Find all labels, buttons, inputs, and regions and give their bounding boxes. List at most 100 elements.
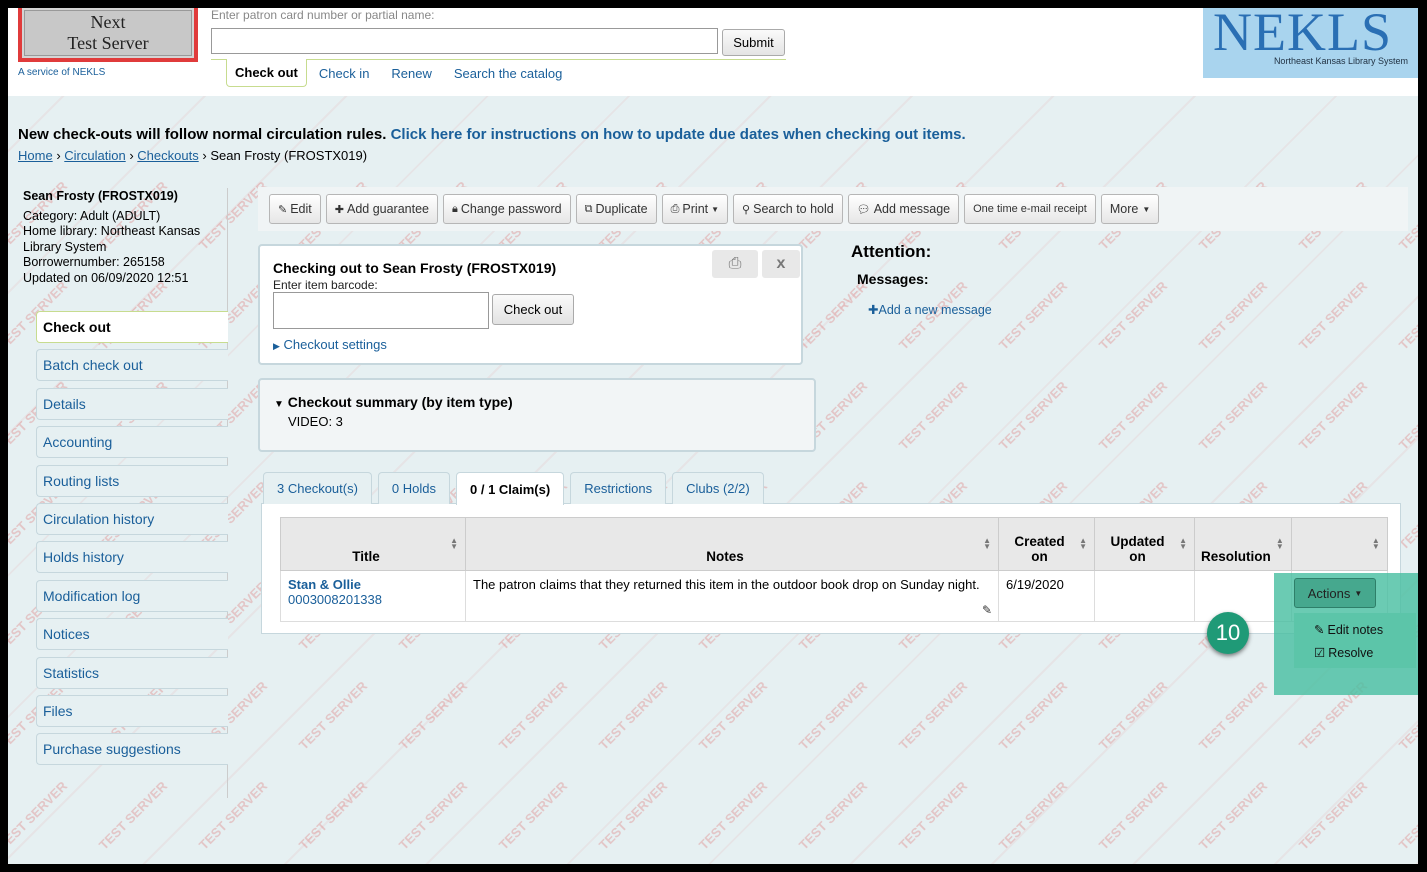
patron-search-label: Enter patron card number or partial name… — [211, 8, 435, 22]
tab-clubs[interactable]: Clubs (2/2) — [672, 472, 764, 504]
submit-button[interactable]: Submit — [722, 29, 785, 56]
logo-line-1: Next — [90, 12, 126, 32]
watermark-text: TEST SERVER — [1295, 278, 1371, 353]
watermark-text: TEST SERVER — [295, 778, 371, 853]
nekls-logo-subtitle: Northeast Kansas Library System — [1273, 56, 1408, 66]
close-checkout-button[interactable]: x — [762, 250, 800, 278]
lock-icon: 🔒︎ — [452, 202, 458, 215]
watermark-text: TEST SERVER — [1095, 678, 1171, 753]
claim-barcode-link[interactable]: 0003008201338 — [288, 592, 382, 607]
sort-icon: ▲ ▼ — [983, 536, 991, 551]
search-icon: ⚲ — [742, 203, 751, 216]
duplicate-label: Duplicate — [595, 202, 648, 216]
column-header-created-on[interactable]: Created on ▲ ▼ — [998, 517, 1095, 571]
sidebar-item-circulation-history[interactable]: Circulation history — [36, 502, 228, 535]
patron-updated: Updated on 06/09/2020 12:51 — [23, 270, 189, 285]
header-tab-renew[interactable]: Renew — [379, 59, 441, 87]
breadcrumb-separator: › — [129, 148, 134, 163]
duplicate-button[interactable]: ⧉ Duplicate — [575, 194, 657, 224]
one-time-email-receipt-button[interactable]: One time e-mail receipt — [964, 194, 1096, 224]
sidebar-item-holds-history[interactable]: Holds history — [36, 541, 228, 574]
actions-dropdown-menu: ✎ Edit notes ☑ Resolve — [1294, 613, 1416, 668]
summary-video-count: VIDEO: 3 — [288, 414, 343, 429]
watermark-text: TEST SERVER — [895, 778, 971, 853]
messages-heading: Messages: — [857, 271, 929, 287]
change-password-button[interactable]: 🔒︎ Change password — [443, 194, 571, 224]
sort-icon: ▲ ▼ — [1079, 536, 1087, 551]
watermark-text: TEST SERVER — [1395, 278, 1418, 353]
sidebar-item-check-out[interactable]: Check out — [36, 311, 228, 343]
print-label: Print — [682, 202, 709, 216]
breadcrumb-home[interactable]: Home — [18, 148, 53, 163]
more-dropdown-button[interactable]: More ▼ — [1100, 194, 1160, 224]
column-header-notes[interactable]: Notes ▲ ▼ — [465, 517, 999, 571]
column-header-updated-on[interactable]: Updated on ▲ ▼ — [1094, 517, 1195, 571]
item-barcode-input[interactable] — [273, 292, 489, 329]
claim-notes-cell: The patron claims that they returned thi… — [465, 570, 999, 622]
patron-search-input[interactable] — [211, 28, 718, 54]
check-square-icon: ☑ — [1314, 646, 1326, 660]
checkout-settings-toggle[interactable]: ▶ Checkout settings — [273, 337, 387, 352]
header-tab-search-catalog[interactable]: Search the catalog — [442, 59, 572, 87]
breadcrumb-checkouts[interactable]: Checkouts — [137, 148, 198, 163]
column-header-title[interactable]: Title ▲ ▼ — [280, 517, 466, 571]
circulation-notice: New check-outs will follow normal circul… — [18, 126, 966, 143]
watermark-text: TEST SERVER — [495, 778, 571, 853]
add-message-button[interactable]: 💬︎ Add message — [847, 194, 960, 224]
add-guarantee-button[interactable]: ✚ Add guarantee — [325, 194, 438, 224]
sidebar-item-statistics[interactable]: Statistics — [36, 656, 228, 689]
column-header-resolution[interactable]: Resolution ▲ ▼ — [1194, 517, 1292, 571]
checkout-summary-toggle[interactable]: ▼ Checkout summary (by item type) — [274, 394, 513, 410]
edit-notes-icon[interactable]: ✎ — [982, 603, 992, 617]
sidebar-item-modification-log[interactable]: Modification log — [36, 579, 228, 612]
created-header-label-2: on — [1031, 549, 1048, 564]
sidebar-item-batch-check-out[interactable]: Batch check out — [36, 349, 228, 382]
tab-restrictions[interactable]: Restrictions — [570, 472, 667, 504]
header-tab-check-in[interactable]: Check in — [307, 59, 380, 87]
table-header-row: Title ▲ ▼ Notes ▲ ▼ Created on ▲ ▼ Updated on ▲ ▼ … — [280, 517, 1388, 571]
watermark-text: TEST SERVER — [1295, 378, 1371, 453]
watermark-text: TEST SERVER — [1395, 378, 1418, 453]
printer-icon: ⎙ — [728, 255, 742, 272]
tab-holds[interactable]: 0 Holds — [377, 472, 450, 504]
watermark-text: TEST SERVER — [1095, 378, 1171, 453]
updated-header-label: Updated — [1110, 534, 1165, 549]
patron-tabs: 3 Checkout(s) 0 Holds 0 / 1 Claim(s) Res… — [263, 472, 770, 505]
change-password-label: Change password — [460, 202, 562, 216]
sort-icon: ▲ ▼ — [450, 536, 458, 551]
sidebar-item-files[interactable]: Files — [36, 694, 228, 727]
watermark-text: TEST SERVER — [1295, 778, 1371, 853]
patron-name: Sean Frosty (FROSTX019) — [23, 189, 178, 203]
print-dropdown-button[interactable]: ⎙ Print ▼ — [661, 194, 729, 224]
caret-down-icon: ▼ — [1354, 588, 1363, 598]
sidebar-item-details[interactable]: Details — [36, 387, 228, 420]
check-out-button[interactable]: Check out — [492, 294, 574, 325]
sidebar-item-accounting[interactable]: Accounting — [36, 426, 228, 459]
claim-title-link[interactable]: Stan & Ollie — [288, 577, 361, 592]
sidebar-item-purchase-suggestions[interactable]: Purchase suggestions — [36, 733, 228, 766]
sidebar-item-notices[interactable]: Notices — [36, 618, 228, 651]
menu-item-edit-notes[interactable]: ✎ Edit notes — [1314, 618, 1416, 641]
tab-checkouts[interactable]: 3 Checkout(s) — [263, 472, 372, 504]
add-guarantee-label: Add guarantee — [346, 202, 429, 216]
actions-dropdown-button[interactable]: Actions ▼ — [1294, 578, 1376, 608]
patron-sidebar-menu: Check out Batch check out Details Accoun… — [36, 311, 228, 772]
tab-claims[interactable]: 0 / 1 Claim(s) — [456, 472, 565, 505]
search-to-hold-button[interactable]: ⚲ Search to hold — [733, 194, 843, 224]
test-server-logo[interactable]: Next Test Server — [18, 8, 198, 62]
column-header-actions[interactable]: ▲ ▼ — [1290, 517, 1388, 571]
watermark-text: TEST SERVER — [1095, 778, 1171, 853]
edit-button[interactable]: ✎ Edit — [269, 194, 321, 224]
watermark-text: TEST SERVER — [195, 778, 271, 853]
add-new-message-link[interactable]: ✚Add a new message — [868, 302, 992, 317]
notice-instructions-link[interactable]: Click here for instructions on how to up… — [391, 126, 966, 143]
breadcrumb-circulation[interactable]: Circulation — [64, 148, 125, 163]
checkout-title: Checking out to Sean Frosty (FROSTX019) — [273, 260, 557, 276]
print-slip-button[interactable]: ⎙ — [712, 250, 758, 278]
notes-header-label: Notes — [706, 549, 744, 564]
patron-home-library-cont: Library System — [23, 239, 107, 254]
menu-item-resolve[interactable]: ☑ Resolve — [1314, 641, 1416, 664]
sidebar-item-routing-lists[interactable]: Routing lists — [36, 464, 228, 497]
header-tab-check-out[interactable]: Check out — [226, 59, 307, 87]
edit-notes-label: Edit notes — [1327, 622, 1384, 637]
